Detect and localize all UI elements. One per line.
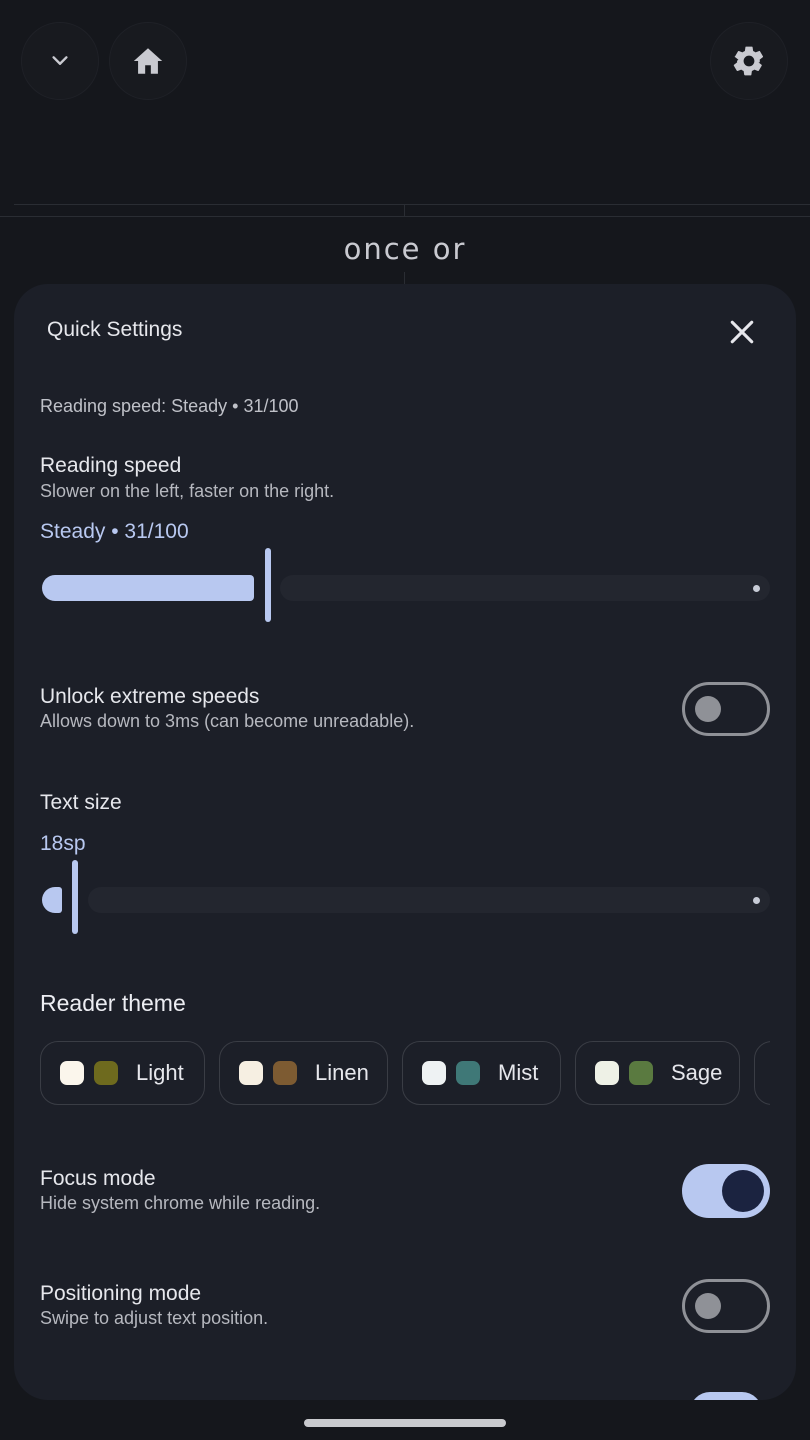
theme-bg-swatch — [239, 1061, 263, 1085]
positioning-mode-title: Positioning mode — [40, 1282, 202, 1305]
focus-marker-bottom — [404, 272, 405, 284]
gear-icon — [733, 46, 764, 76]
reader-theme-title: Reader theme — [40, 990, 186, 1016]
sheet-title: Quick Settings — [47, 318, 183, 341]
settings-button[interactable] — [710, 22, 788, 100]
theme-bg-swatch — [60, 1061, 84, 1085]
chevron-down-icon — [52, 56, 68, 65]
theme-chip-label: Linen — [315, 1060, 369, 1085]
theme-chip-label: Light — [136, 1060, 184, 1085]
close-icon — [730, 320, 754, 344]
toggle-knob — [695, 696, 721, 722]
positioning-mode-subtitle: Swipe to adjust text position. — [40, 1308, 269, 1328]
divider — [0, 216, 810, 217]
home-indicator[interactable] — [304, 1419, 506, 1427]
theme-bg-swatch — [595, 1061, 619, 1085]
extreme-speeds-subtitle: Allows down to 3ms (can become unreadabl… — [40, 711, 415, 731]
reading-speed-value: Steady • 31/100 — [40, 520, 189, 543]
text-size-title: Text size — [40, 791, 122, 814]
reading-speed-subtitle: Slower on the left, faster on the right. — [40, 481, 335, 501]
theme-chip-linen[interactable]: Linen — [219, 1041, 388, 1105]
reading-speed-summary: Reading speed: Steady • 31/100 — [40, 396, 299, 416]
divider — [14, 204, 810, 205]
slider-inactive-track — [280, 575, 770, 601]
theme-accent-swatch — [629, 1061, 653, 1085]
slider-active-track — [42, 887, 62, 913]
reader-word: once or — [343, 232, 467, 266]
slider-stop-indicator — [753, 585, 760, 592]
slider-thumb[interactable] — [72, 860, 78, 934]
extreme-speeds-title: Unlock extreme speeds — [40, 685, 260, 708]
theme-bg-swatch — [422, 1061, 446, 1085]
theme-chip-label: Mist — [498, 1060, 539, 1085]
next-setting-toggle[interactable] — [690, 1392, 762, 1400]
collapse-button[interactable] — [21, 22, 99, 100]
focus-mode-title: Focus mode — [40, 1167, 156, 1190]
theme-chip-label: Sage — [671, 1060, 723, 1085]
theme-chip-sage[interactable]: Sage — [575, 1041, 740, 1105]
reading-speed-slider[interactable] — [40, 548, 770, 626]
home-icon — [133, 48, 163, 74]
slider-inactive-track — [88, 887, 770, 913]
theme-accent-swatch — [273, 1061, 297, 1085]
slider-stop-indicator — [753, 897, 760, 904]
quick-settings-sheet: Quick Settings Reading speed: Steady • 3… — [14, 284, 796, 1400]
extreme-speeds-toggle[interactable] — [682, 682, 770, 736]
focus-mode-toggle[interactable] — [682, 1164, 770, 1218]
close-button[interactable] — [722, 312, 762, 352]
text-size-value: 18sp — [40, 832, 86, 855]
theme-accent-swatch — [456, 1061, 480, 1085]
theme-chip-row[interactable]: Light Linen Mist Sage — [40, 1041, 770, 1107]
slider-thumb[interactable] — [265, 548, 271, 622]
text-size-slider[interactable] — [40, 860, 770, 938]
theme-accent-swatch — [94, 1061, 118, 1085]
focus-marker-top — [404, 204, 405, 216]
home-button[interactable] — [109, 22, 187, 100]
positioning-mode-toggle[interactable] — [682, 1279, 770, 1333]
toggle-knob — [722, 1170, 764, 1212]
theme-chip-mist[interactable]: Mist — [402, 1041, 561, 1105]
reading-speed-title: Reading speed — [40, 454, 182, 477]
theme-chip-light[interactable]: Light — [40, 1041, 205, 1105]
toggle-knob — [695, 1293, 721, 1319]
slider-active-track — [42, 575, 254, 601]
focus-mode-subtitle: Hide system chrome while reading. — [40, 1193, 321, 1213]
theme-chip-partial[interactable] — [754, 1041, 770, 1105]
